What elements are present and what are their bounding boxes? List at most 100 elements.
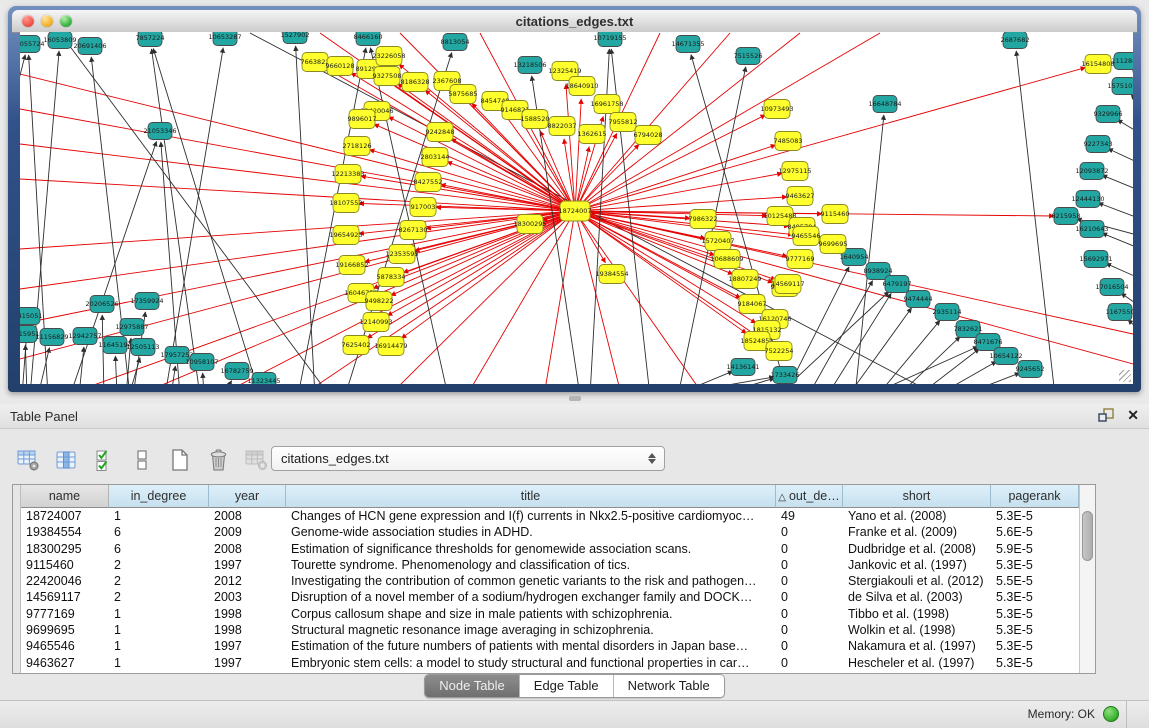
graph-edge[interactable] — [1108, 149, 1133, 164]
table-cell[interactable]: 5.5E-5 — [991, 573, 1079, 589]
graph-edge[interactable] — [918, 349, 979, 384]
graph-edge[interactable] — [165, 48, 223, 384]
graph-edge[interactable] — [877, 320, 940, 384]
table-cell[interactable]: 2 — [109, 573, 209, 589]
column-header-title[interactable]: title — [286, 485, 776, 508]
graph-edge[interactable] — [960, 373, 1020, 384]
show-columns-button[interactable] — [52, 446, 80, 474]
table-cell[interactable]: Hescheler et al. (1997) — [843, 655, 991, 671]
table-row[interactable]: 1872400712008Changes of HCN gene express… — [21, 508, 1080, 524]
column-header-name[interactable]: name — [21, 485, 109, 508]
table-cell[interactable]: 1 — [109, 606, 209, 622]
table-cell[interactable]: 5.3E-5 — [991, 655, 1079, 671]
table-selector-dropdown[interactable]: citations_edges.txt — [271, 446, 665, 471]
graph-edge[interactable] — [20, 144, 575, 211]
graph-edge[interactable] — [936, 361, 996, 384]
table-cell[interactable]: Yano et al. (2008) — [843, 508, 991, 524]
select-all-button[interactable] — [90, 446, 118, 474]
delete-column-button[interactable] — [204, 446, 232, 474]
column-header-short[interactable]: short — [843, 485, 991, 508]
graph-edge[interactable] — [298, 48, 366, 384]
table-row[interactable]: 946362711997Embryonic stem cells: a mode… — [21, 655, 1080, 671]
table-cell[interactable]: Disruption of a novel member of a sodium… — [286, 589, 776, 605]
table-cell[interactable]: 9463627 — [21, 655, 109, 671]
graph-edge[interactable] — [203, 373, 204, 384]
graph-edge[interactable] — [20, 211, 575, 289]
graph-edge[interactable] — [566, 84, 575, 211]
table-cell[interactable]: 14569117 — [21, 589, 109, 605]
graph-edge[interactable] — [361, 176, 575, 211]
delete-table-button[interactable] — [242, 446, 270, 474]
table-cell[interactable]: Embryonic stem cells: a model to study s… — [286, 655, 776, 671]
table-row[interactable]: 2242004622012Investigating the contribut… — [21, 573, 1080, 589]
graph-edge[interactable] — [153, 49, 260, 384]
table-cell[interactable]: Structural magnetic resonance image aver… — [286, 622, 776, 638]
memory-indicator-icon[interactable] — [1103, 706, 1119, 722]
table-row[interactable]: 977716911998Corpus callosum shape and si… — [21, 606, 1080, 622]
vertical-scrollbar[interactable] — [1079, 485, 1095, 673]
graph-edge[interactable] — [38, 348, 49, 384]
divider-grip-icon[interactable] — [569, 396, 581, 401]
graph-edge[interactable] — [296, 46, 315, 384]
table-cell[interactable]: 6 — [109, 541, 209, 557]
table-cell[interactable]: 5.3E-5 — [991, 606, 1079, 622]
table-cell[interactable]: Genome-wide association studies in ADHD. — [286, 524, 776, 540]
table-row[interactable]: 946554611997Estimation of the future num… — [21, 638, 1080, 654]
column-header-year[interactable]: year — [209, 485, 286, 508]
table-cell[interactable]: Nakamura et al. (1997) — [843, 638, 991, 654]
table-cell[interactable]: 0 — [776, 655, 843, 671]
table-cell[interactable]: 5.3E-5 — [991, 589, 1079, 605]
graph-edge[interactable] — [115, 356, 117, 384]
table-cell[interactable]: Tibbo et al. (1998) — [843, 606, 991, 622]
table-cell[interactable]: 1 — [109, 638, 209, 654]
table-row[interactable]: 1938455462009Genome-wide association stu… — [21, 524, 1080, 540]
scrollbar-thumb[interactable] — [1082, 511, 1093, 561]
clear-selection-button[interactable] — [128, 446, 156, 474]
graph-edge[interactable] — [575, 211, 1133, 334]
column-header-out_de[interactable]: △out_de… — [776, 485, 843, 508]
table-cell[interactable]: Estimation of significance thresholds fo… — [286, 541, 776, 557]
resize-grip[interactable] — [1119, 370, 1131, 382]
table-cell[interactable]: 2008 — [209, 508, 286, 524]
table-cell[interactable]: 5.6E-5 — [991, 524, 1079, 540]
table-cell[interactable]: Jankovic et al. (1997) — [843, 557, 991, 573]
table-cell[interactable]: 1997 — [209, 638, 286, 654]
table-row[interactable]: 911546021997Tourette syndrome. Phenomeno… — [21, 557, 1080, 573]
table-cell[interactable]: Franke et al. (2009) — [843, 524, 991, 540]
graph-edge[interactable] — [575, 211, 1133, 364]
table-cell[interactable]: 0 — [776, 638, 843, 654]
graph-edge[interactable] — [1117, 120, 1133, 134]
panel-divider[interactable] — [0, 392, 1149, 404]
table-cell[interactable]: 0 — [776, 557, 843, 573]
table-cell[interactable]: 22420046 — [21, 573, 109, 589]
table-cell[interactable]: 2008 — [209, 541, 286, 557]
table-cell[interactable]: 0 — [776, 589, 843, 605]
table-cell[interactable]: 2009 — [209, 524, 286, 540]
table-cell[interactable]: 0 — [776, 541, 843, 557]
table-cell[interactable]: 1997 — [209, 655, 286, 671]
graph-edge[interactable] — [575, 33, 730, 211]
table-cell[interactable]: 9699695 — [21, 622, 109, 638]
table-cell[interactable]: 1 — [109, 508, 209, 524]
table-cell[interactable]: 6 — [109, 524, 209, 540]
table-cell[interactable]: 0 — [776, 622, 843, 638]
close-panel-icon[interactable]: ✕ — [1127, 408, 1139, 422]
table-cell[interactable]: 9777169 — [21, 606, 109, 622]
graph-edge[interactable] — [20, 211, 575, 359]
table-cell[interactable]: 1998 — [209, 622, 286, 638]
table-cell[interactable]: 2 — [109, 557, 209, 573]
table-cell[interactable]: 5.3E-5 — [991, 622, 1079, 638]
table-cell[interactable]: 18724007 — [21, 508, 109, 524]
table-cell[interactable]: 0 — [776, 573, 843, 589]
table-cell[interactable]: 2 — [109, 589, 209, 605]
graph-edge[interactable] — [1102, 233, 1133, 249]
graph-edge[interactable] — [1102, 175, 1133, 191]
tab-node-table[interactable]: Node Table — [425, 675, 520, 697]
float-panel-icon[interactable] — [1097, 407, 1115, 423]
graph-edge[interactable] — [1106, 263, 1133, 279]
graph-edge[interactable] — [715, 378, 774, 384]
table-cell[interactable]: 0 — [776, 524, 843, 540]
graph-edge[interactable] — [223, 381, 232, 384]
network-graph[interactable]: 2405572416053809206914067857224106532871… — [20, 32, 1133, 384]
graph-edge[interactable] — [470, 211, 575, 384]
